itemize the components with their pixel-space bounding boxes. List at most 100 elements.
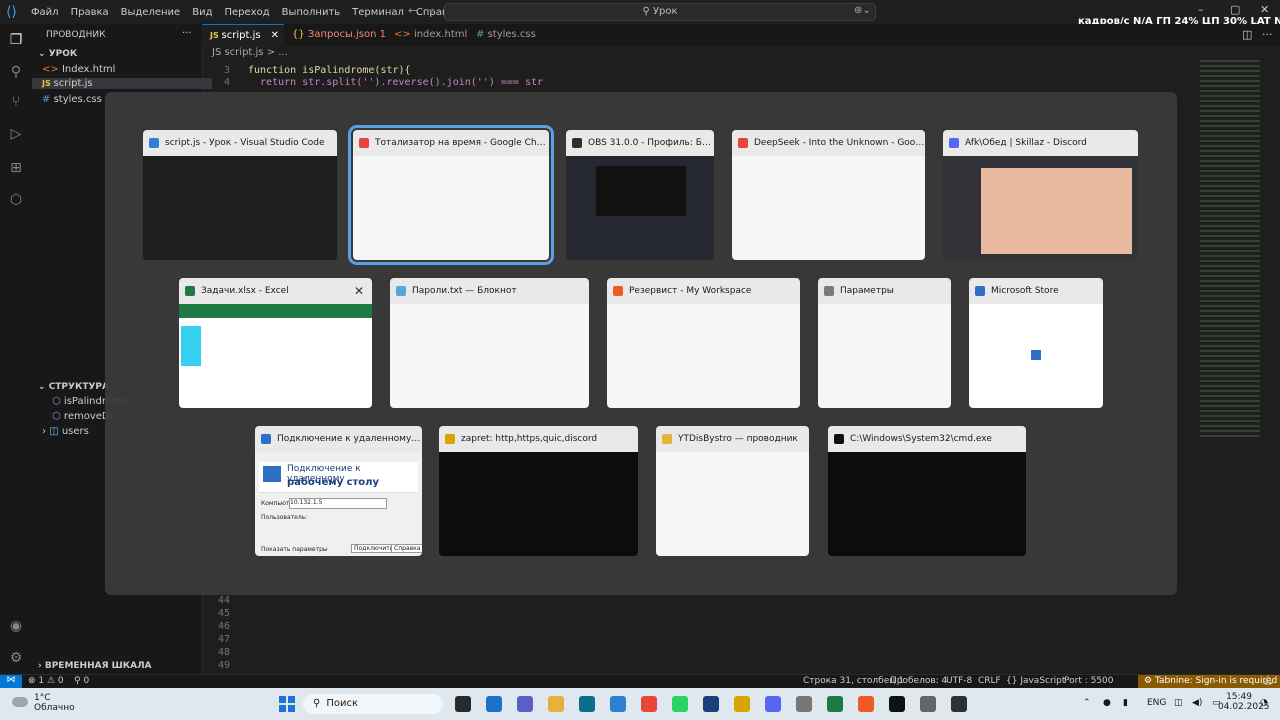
extensions-icon[interactable]: ⊞ <box>6 158 26 178</box>
tray-app-icon[interactable]: ▮ <box>1123 698 1128 708</box>
close-tab-icon[interactable]: ✕ <box>271 30 279 41</box>
code-line[interactable]: function isPalindrome(str){ <box>248 65 411 76</box>
file-explorer-icon[interactable] <box>548 696 564 712</box>
encoding[interactable]: UTF-8 <box>946 676 972 686</box>
settings-icon[interactable] <box>920 696 936 712</box>
timeline-section[interactable]: › ВРЕМЕННАЯ ШКАЛА <box>38 661 152 671</box>
language-mode[interactable]: {} JavaScript <box>1006 676 1065 686</box>
excel-icon[interactable] <box>827 696 843 712</box>
switcher-window[interactable]: Afk\Обед | Skillaz - Discord <box>943 130 1138 260</box>
store-icon[interactable] <box>579 696 595 712</box>
start-button[interactable] <box>279 696 295 712</box>
switcher-window[interactable]: Подключение к удаленному рабо... Подключе… <box>255 426 422 556</box>
chrome-icon[interactable] <box>641 696 657 712</box>
file-index-html[interactable]: <> Index.html <box>42 64 115 75</box>
app-icon[interactable] <box>796 696 812 712</box>
clock[interactable]: 15:49 04.02.2025 <box>1218 692 1270 712</box>
outline-item[interactable]: › ◫ users <box>42 426 89 437</box>
cursor-position[interactable]: Строка 31, столбец 1 <box>803 676 904 686</box>
mic-icon[interactable]: ● <box>1103 698 1111 708</box>
chat-icon[interactable] <box>486 696 502 712</box>
close-icon[interactable]: ✕ <box>354 278 364 304</box>
more-actions-icon[interactable]: ··· <box>182 28 192 39</box>
nav-back-icon[interactable]: ← <box>408 4 417 17</box>
switcher-window[interactable]: Параметры <box>818 278 951 408</box>
rdp-connect-button[interactable]: Подключить <box>351 544 397 553</box>
ports-indicator[interactable]: ⚲ 0 <box>74 676 89 686</box>
command-center-search[interactable]: ⚲ Урок <box>444 3 876 21</box>
zapret-icon[interactable] <box>734 696 750 712</box>
switcher-window[interactable]: zapret: http,https,quic,discord <box>439 426 638 556</box>
switcher-window[interactable]: Тотализатор на время - Google Chrome <box>348 125 554 265</box>
switcher-window[interactable]: script.js - Урок - Visual Studio Code <box>143 130 337 260</box>
rdp-help-button[interactable]: Справка <box>391 544 422 553</box>
maximize-icon[interactable]: ▢ <box>1230 3 1240 16</box>
menu-item[interactable]: Переход <box>218 7 275 18</box>
minimap[interactable] <box>1196 56 1272 456</box>
rdp-icon[interactable] <box>703 696 719 712</box>
eol[interactable]: CRLF <box>978 676 1001 686</box>
tab-script-js[interactable]: JS script.js ✕ <box>202 24 284 47</box>
vscode-icon[interactable] <box>610 696 626 712</box>
terminal-icon[interactable] <box>889 696 905 712</box>
vscode-logo-icon[interactable]: ⟨⟩ <box>0 4 25 20</box>
discord-icon[interactable] <box>765 696 781 712</box>
switcher-window[interactable]: DeepSeek - Into the Unknown - Google Chr… <box>732 130 925 260</box>
switcher-window[interactable]: YTDisBystro — проводник <box>656 426 809 556</box>
copilot-icon[interactable]: ⊛⌄ <box>854 5 871 16</box>
app-icon <box>149 138 159 148</box>
menu-item[interactable]: Терминал <box>346 7 410 18</box>
search-icon[interactable]: ⚲ <box>6 62 26 82</box>
tab-styles-css[interactable]: # styles.css <box>468 24 544 46</box>
notification-center-icon[interactable]: ◔ <box>1260 698 1268 708</box>
nav-forward-icon[interactable]: → <box>426 4 435 17</box>
postman-icon[interactable] <box>858 696 874 712</box>
remote-explorer-icon[interactable]: ⬡ <box>6 190 26 210</box>
menu-item[interactable]: Файл <box>25 7 65 18</box>
switcher-window[interactable]: Microsoft Store <box>969 278 1103 408</box>
switcher-window[interactable]: OBS 31.0.0 - Профиль: Безымя... <box>566 130 714 260</box>
outline-section[interactable]: ⌄ СТРУКТУРА <box>38 382 109 392</box>
remote-indicator[interactable]: ⋈ <box>0 675 22 689</box>
switcher-window[interactable]: Задачи.xlsx - Excel ✕ <box>179 278 372 408</box>
notifications-icon[interactable]: 🔔︎ <box>1262 676 1273 686</box>
switcher-window[interactable]: Резервист - My Workspace <box>607 278 800 408</box>
explorer-icon[interactable]: ❐ <box>6 30 26 50</box>
problems-indicator[interactable]: ⊗ 1 ⚠ 0 <box>28 676 64 686</box>
file-styles-css[interactable]: # styles.css <box>42 94 102 105</box>
menu-item[interactable]: Выполнить <box>276 7 347 18</box>
file-script-js[interactable]: JS script.js <box>32 78 212 89</box>
menu-item[interactable]: Правка <box>65 7 115 18</box>
rdp-computer-input[interactable]: 10.132.1.5 <box>289 498 387 509</box>
switcher-window[interactable]: Пароли.txt — Блокнот <box>390 278 589 408</box>
split-editor-icon[interactable]: ◫ <box>1242 28 1252 41</box>
tab-index-html[interactable]: <> index.html <box>386 24 475 46</box>
show-hidden-icons[interactable]: ⌃ <box>1083 698 1091 708</box>
obs-icon[interactable] <box>951 696 967 712</box>
folder-uroks[interactable]: ⌄ УРОК <box>38 49 77 59</box>
minimize-icon[interactable]: – <box>1198 3 1204 16</box>
indentation[interactable]: Пробелов: 4 <box>890 676 947 686</box>
switcher-window[interactable]: C:\Windows\System32\cmd.exe <box>828 426 1026 556</box>
code-line[interactable]: return str.split('').reverse().join('') … <box>248 77 543 88</box>
taskbar-search[interactable]: ⚲ Поиск <box>303 694 443 714</box>
volume-icon[interactable]: ◀) <box>1192 698 1202 708</box>
language-indicator[interactable]: ENG <box>1147 698 1166 708</box>
breadcrumb[interactable]: JS script.js > ... <box>212 47 288 58</box>
menu-item[interactable]: Вид <box>186 7 218 18</box>
teams-icon[interactable] <box>517 696 533 712</box>
more-actions-icon[interactable]: ··· <box>1262 28 1273 41</box>
task-view-icon[interactable] <box>455 696 471 712</box>
source-control-icon[interactable]: ⑂ <box>6 92 26 112</box>
settings-gear-icon[interactable]: ⚙ <box>6 648 26 668</box>
tab-zaprosy-json[interactable]: {} Запросы.json 1 <box>284 24 394 46</box>
close-window-icon[interactable]: ✕ <box>1260 3 1269 16</box>
network-icon[interactable]: ◫ <box>1174 698 1183 708</box>
account-icon[interactable]: ◉ <box>6 616 26 636</box>
rdp-show-options[interactable]: Показать параметры <box>261 546 328 553</box>
weather-widget[interactable]: 1°C Облачно <box>10 693 75 713</box>
live-server-port[interactable]: Port : 5500 <box>1064 676 1114 686</box>
run-debug-icon[interactable]: ▷ <box>6 124 26 144</box>
whatsapp-icon[interactable] <box>672 696 688 712</box>
menu-item[interactable]: Выделение <box>115 7 187 18</box>
